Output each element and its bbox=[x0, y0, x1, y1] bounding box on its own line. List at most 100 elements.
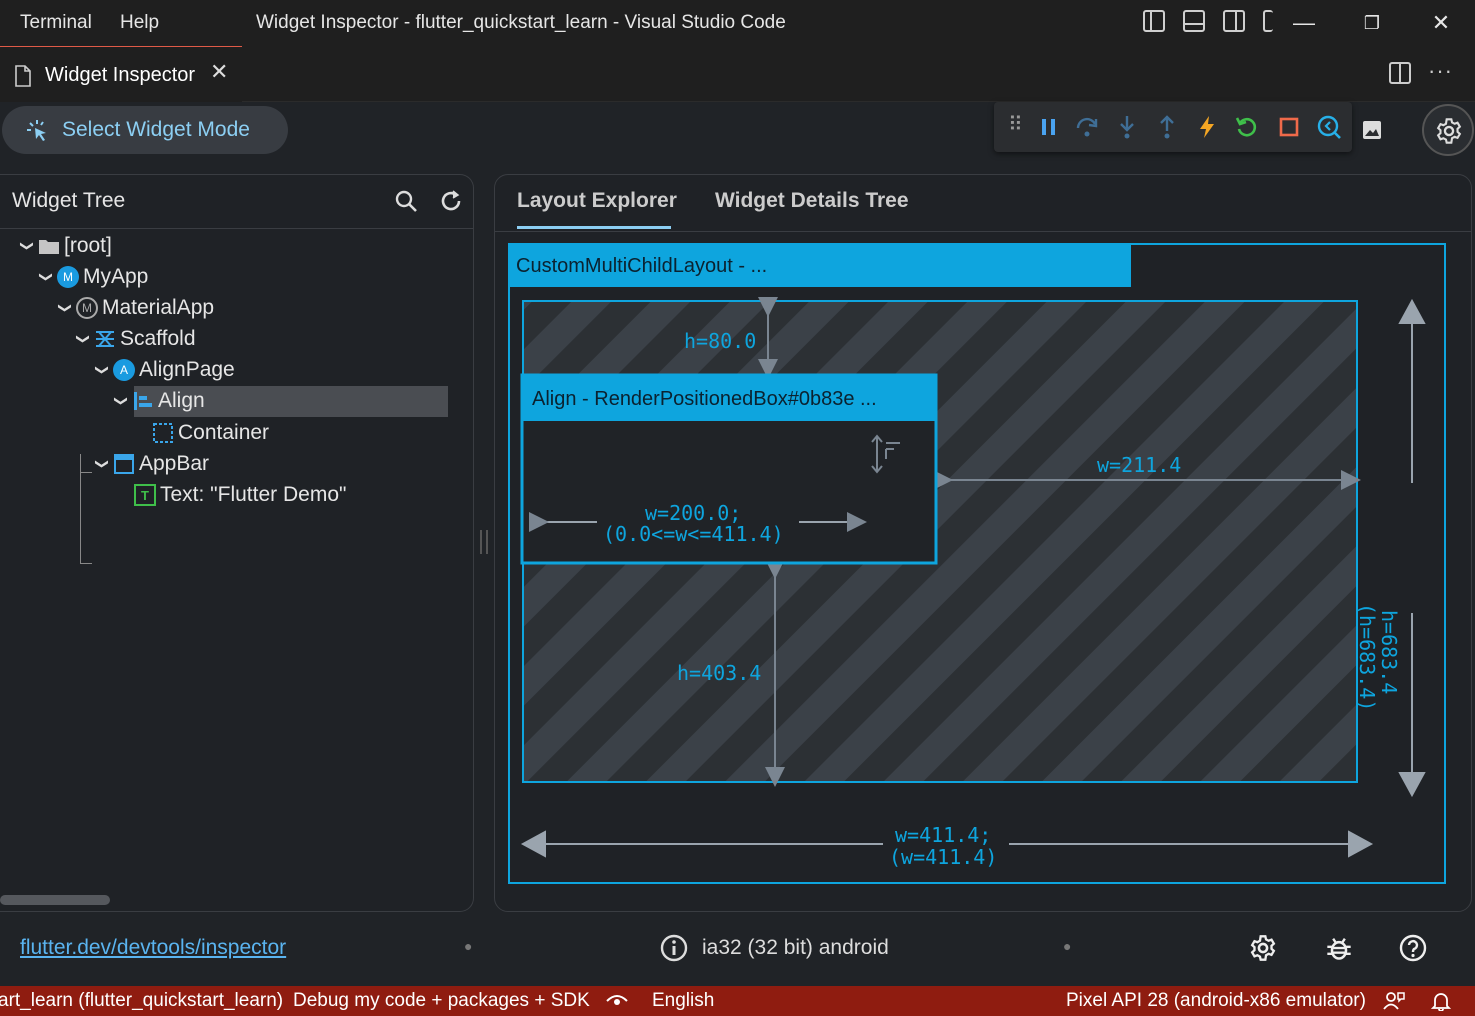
status-project[interactable]: art_learn (flutter_quickstart_learn) bbox=[0, 990, 283, 1012]
parent-box-title: CustomMultiChildLayout - ... bbox=[516, 255, 768, 277]
notifications-bell-icon[interactable] bbox=[1431, 991, 1451, 1011]
tree-node-root[interactable]: ❯ [root] bbox=[18, 231, 112, 261]
tree-node-label: AlignPage bbox=[139, 358, 235, 381]
folder-icon bbox=[38, 235, 60, 257]
toggle-primary-sidebar-icon[interactable] bbox=[1143, 10, 1165, 32]
tree-guide-line bbox=[80, 472, 92, 473]
tree-node-materialapp[interactable]: ❯ M MaterialApp bbox=[56, 293, 214, 323]
feedback-icon[interactable] bbox=[1383, 991, 1405, 1011]
tree-node-label: [root] bbox=[64, 234, 112, 257]
step-into-icon[interactable] bbox=[1114, 114, 1140, 140]
horizontal-scrollbar[interactable] bbox=[0, 895, 110, 905]
scaffold-icon bbox=[94, 328, 116, 350]
tree-node-label: MyApp bbox=[83, 265, 149, 288]
file-icon bbox=[15, 65, 31, 87]
child-box-title: Align - RenderPositionedBox#0b83e ... bbox=[532, 388, 877, 410]
tree-node-label: MaterialApp bbox=[102, 296, 215, 319]
outer-height-constraint-label: (h=683.4) bbox=[1355, 603, 1379, 712]
tree-node-label: Scaffold bbox=[120, 327, 196, 350]
inspector-settings-button[interactable] bbox=[1422, 104, 1474, 156]
widget-inspector: Select Widget Mode ⠿ Widget Tree ❯ [root… bbox=[0, 102, 1475, 912]
bug-icon[interactable] bbox=[1325, 934, 1353, 962]
stateless-widget-icon: M bbox=[57, 266, 79, 288]
close-tab-icon[interactable]: ✕ bbox=[210, 59, 228, 85]
screenshot-icon[interactable] bbox=[1361, 119, 1383, 141]
title-bar: Terminal Help Widget Inspector - flutter… bbox=[0, 0, 1475, 46]
text-icon: T bbox=[134, 484, 156, 506]
platform-info: ia32 (32 bit) android bbox=[702, 936, 889, 959]
step-over-icon[interactable] bbox=[1074, 114, 1100, 140]
select-widget-mode-label: Select Widget Mode bbox=[62, 118, 250, 141]
top-height-label: h=80.0 bbox=[684, 329, 757, 353]
restore-icon[interactable]: ❐ bbox=[1338, 0, 1406, 46]
tree-node-appbar[interactable]: ❯ AppBar bbox=[93, 449, 209, 479]
align-icon bbox=[132, 390, 154, 412]
tab-widget-inspector[interactable]: Widget Inspector ✕ bbox=[0, 46, 242, 102]
split-editor-icon[interactable] bbox=[1389, 62, 1411, 84]
separator-dot: ● bbox=[1063, 938, 1072, 954]
search-icon[interactable] bbox=[394, 189, 418, 213]
child-width-constraint-label: (0.0<=w<=411.4) bbox=[603, 522, 784, 546]
tree-node-myapp[interactable]: ❯ M MyApp bbox=[37, 262, 148, 292]
hot-reload-icon[interactable] bbox=[1194, 114, 1220, 140]
appbar-icon bbox=[113, 453, 135, 475]
eye-icon[interactable] bbox=[606, 993, 628, 1009]
tree-node-scaffold[interactable]: ❯ Scaffold bbox=[74, 324, 196, 354]
outer-height-label: h=683.4 bbox=[1377, 610, 1401, 695]
outer-height-arrows bbox=[1398, 298, 1426, 798]
step-out-icon[interactable] bbox=[1154, 114, 1180, 140]
chevron-down-icon[interactable]: ❯ bbox=[38, 268, 54, 286]
minimize-icon[interactable]: — bbox=[1270, 0, 1338, 46]
chevron-down-icon[interactable]: ❯ bbox=[57, 299, 73, 317]
debug-toolbar: ⠿ bbox=[994, 102, 1352, 152]
right-width-label: w=211.4 bbox=[1097, 453, 1182, 477]
status-device[interactable]: Pixel API 28 (android-x86 emulator) bbox=[1066, 990, 1366, 1012]
status-debug-config[interactable]: Debug my code + packages + SDK bbox=[293, 990, 590, 1012]
stop-icon[interactable] bbox=[1276, 114, 1302, 140]
tree-node-label: Text: "Flutter Demo" bbox=[160, 483, 347, 506]
menu-terminal[interactable]: Terminal bbox=[20, 12, 92, 34]
tree-node-label: AppBar bbox=[139, 452, 210, 475]
outer-height-labels: h=683.4 (h=683.4) bbox=[1327, 603, 1427, 711]
menu-help[interactable]: Help bbox=[120, 12, 159, 34]
chevron-down-icon[interactable]: ❯ bbox=[19, 237, 35, 255]
outer-width-constraint-label: (w=411.4) bbox=[889, 845, 998, 869]
toggle-secondary-sidebar-icon[interactable] bbox=[1223, 10, 1245, 32]
select-cursor-icon bbox=[27, 120, 46, 141]
tree-guide-line bbox=[80, 454, 81, 564]
widget-tree-panel: Widget Tree ❯ [root] ❯ M MyApp ❯ M Mater… bbox=[0, 174, 474, 912]
status-bar: art_learn (flutter_quickstart_learn) Deb… bbox=[0, 986, 1475, 1016]
bottom-height-label: h=403.4 bbox=[677, 661, 762, 685]
tree-node-alignpage[interactable]: ❯ A AlignPage bbox=[93, 355, 235, 385]
chevron-down-icon[interactable]: ❯ bbox=[94, 361, 110, 379]
hot-restart-icon[interactable] bbox=[1234, 114, 1260, 140]
tree-node-label: Container bbox=[178, 421, 270, 444]
toggle-panel-icon[interactable] bbox=[1183, 10, 1205, 32]
refresh-icon[interactable] bbox=[439, 189, 463, 213]
tree-node-align[interactable]: ❯ Align bbox=[112, 386, 205, 416]
separator-dot: ● bbox=[464, 938, 473, 954]
material-icon: M bbox=[76, 297, 98, 319]
tree-guide-line bbox=[80, 563, 92, 564]
gear-icon bbox=[1436, 118, 1462, 144]
tree-node-text[interactable]: T Text: "Flutter Demo" bbox=[132, 480, 346, 510]
tree-node-label: Align bbox=[158, 389, 205, 412]
chevron-down-icon[interactable]: ❯ bbox=[113, 392, 129, 410]
tree-node-container[interactable]: Container bbox=[150, 418, 269, 448]
layout-explorer-panel: Layout Explorer Widget Details Tree Cust… bbox=[494, 174, 1472, 912]
chevron-down-icon[interactable]: ❯ bbox=[94, 455, 110, 473]
settings-gear-icon[interactable] bbox=[1249, 934, 1277, 962]
help-icon[interactable] bbox=[1399, 934, 1427, 962]
more-actions-icon[interactable]: ··· bbox=[1428, 58, 1453, 84]
panel-splitter[interactable] bbox=[480, 530, 488, 554]
status-language[interactable]: English bbox=[652, 990, 714, 1012]
chevron-down-icon[interactable]: ❯ bbox=[75, 330, 91, 348]
close-window-icon[interactable]: ✕ bbox=[1407, 0, 1475, 46]
pause-icon[interactable] bbox=[1036, 114, 1062, 140]
open-devtools-icon[interactable] bbox=[1316, 114, 1342, 140]
select-widget-mode-button[interactable]: Select Widget Mode bbox=[2, 106, 288, 154]
widget-tree-title: Widget Tree bbox=[12, 189, 126, 212]
drag-handle-icon[interactable]: ⠿ bbox=[1008, 112, 1034, 138]
docs-link[interactable]: flutter.dev/devtools/inspector bbox=[20, 936, 286, 960]
divider bbox=[0, 228, 474, 229]
